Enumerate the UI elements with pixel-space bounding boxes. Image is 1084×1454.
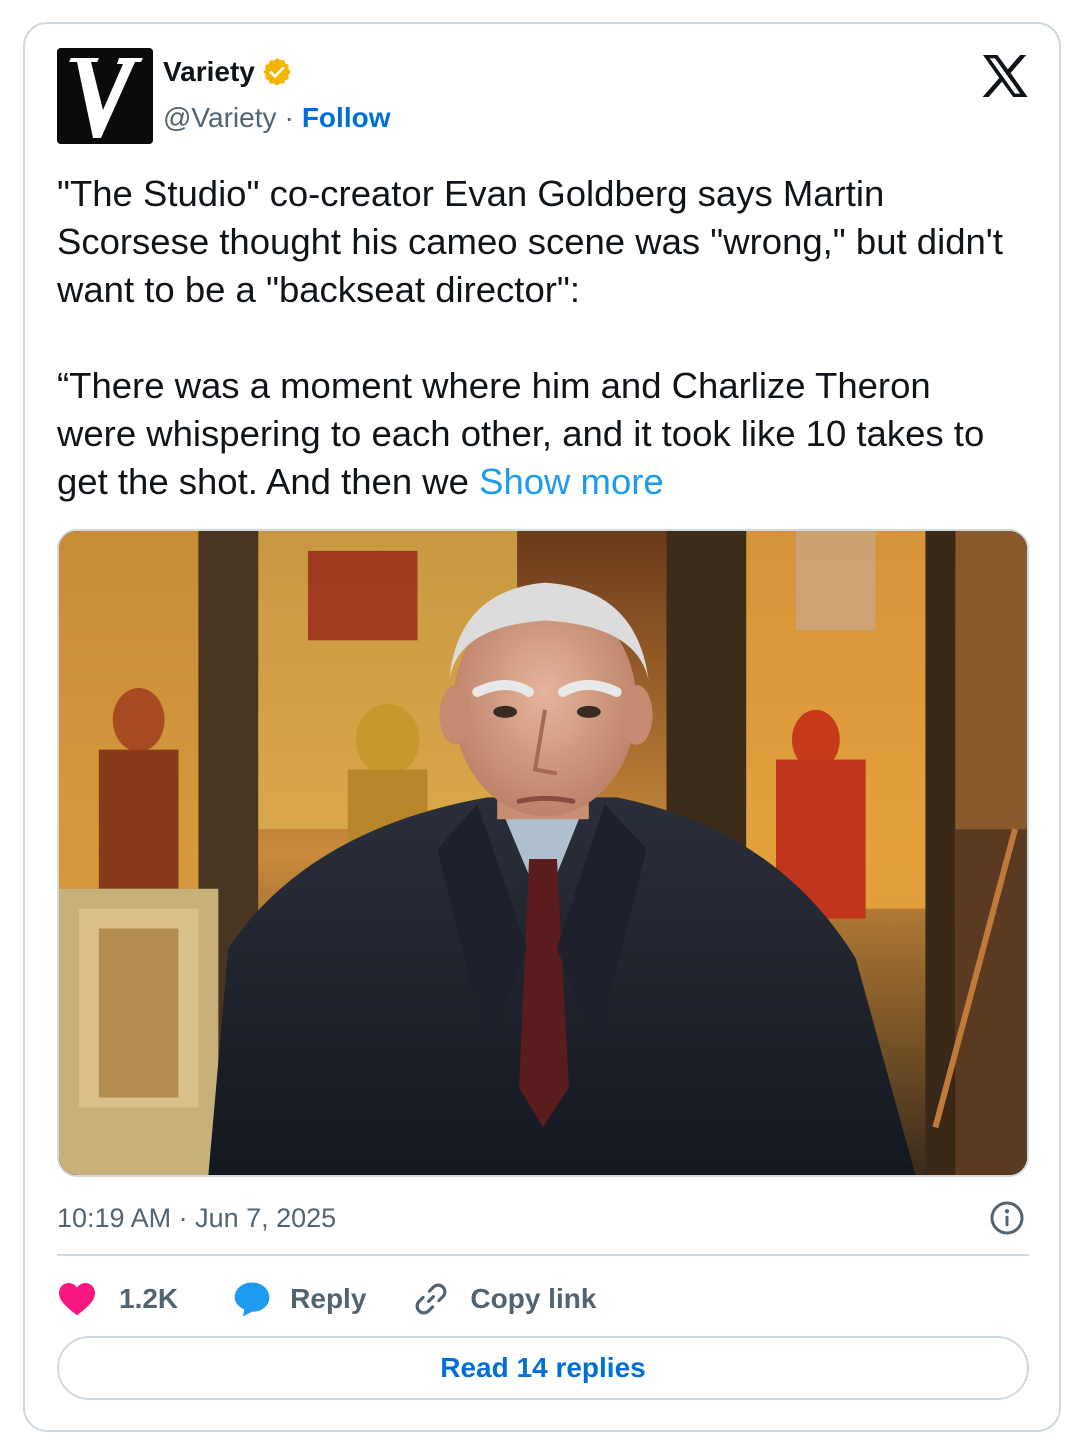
read-replies-button[interactable]: Read 14 replies xyxy=(57,1336,1029,1400)
variety-logo-icon xyxy=(57,48,153,144)
show-more-link[interactable]: Show more xyxy=(479,461,664,502)
copy-link-button[interactable]: Copy link xyxy=(412,1280,596,1318)
copy-link-label: Copy link xyxy=(470,1283,597,1314)
x-logo-icon[interactable] xyxy=(981,54,1029,98)
avatar[interactable] xyxy=(57,48,153,144)
like-button[interactable]: 1.2K xyxy=(57,1281,178,1317)
author-name-row: Variety xyxy=(163,56,293,88)
divider xyxy=(57,1254,1029,1256)
author-handle[interactable]: @Variety xyxy=(163,102,277,134)
info-icon[interactable] xyxy=(989,1200,1025,1236)
tweet-paragraph-2: “There was a moment where him and Charli… xyxy=(57,362,1017,506)
heart-icon xyxy=(59,1282,95,1316)
media-photo xyxy=(59,531,1027,1175)
timestamp[interactable]: 10:19 AM · Jun 7, 2025 xyxy=(57,1203,336,1234)
handle-separator: · xyxy=(284,102,294,133)
speech-bubble-icon xyxy=(234,1282,270,1317)
follow-button[interactable]: Follow xyxy=(302,102,391,134)
reply-button[interactable]: Reply xyxy=(232,1280,366,1318)
read-replies-label: Read 14 replies xyxy=(440,1352,646,1383)
link-icon xyxy=(415,1283,447,1315)
action-bar: 1.2K Reply Copy link xyxy=(57,1274,596,1324)
tweet-text: "The Studio" co-creator Evan Goldberg sa… xyxy=(57,170,1017,506)
author-handle-row: @Variety · Follow xyxy=(163,102,390,134)
tweet-card: Variety @Variety · Follow "The Studio" c… xyxy=(23,22,1061,1432)
tweet-media[interactable] xyxy=(57,529,1029,1177)
tweet-paragraph-1: "The Studio" co-creator Evan Goldberg sa… xyxy=(57,173,1003,310)
like-count: 1.2K xyxy=(119,1283,179,1314)
timestamp-row: 10:19 AM · Jun 7, 2025 xyxy=(57,1198,1029,1238)
reply-label: Reply xyxy=(290,1283,367,1314)
verified-badge-icon xyxy=(263,58,291,86)
author-name[interactable]: Variety xyxy=(163,56,255,88)
